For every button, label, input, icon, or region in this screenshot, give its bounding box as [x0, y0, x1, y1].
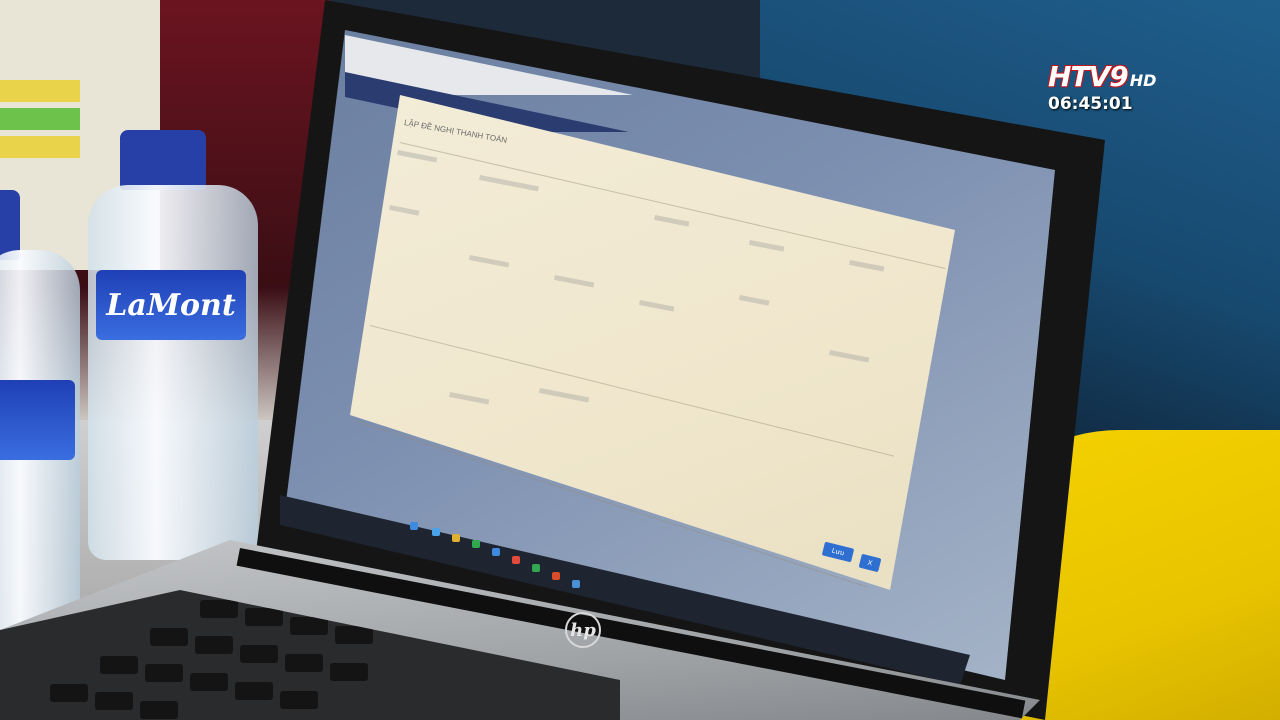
poster-band-green — [0, 108, 80, 130]
taskbar-app-icon[interactable] — [572, 580, 580, 588]
broadcast-clock: 06:45:01 — [1048, 94, 1133, 114]
keyboard-key — [200, 600, 238, 618]
channel-logo: HTV9 HD — [1048, 60, 1156, 93]
water-bottle-back: LaMont — [88, 130, 258, 560]
keyboard-key — [50, 684, 88, 702]
bottle-brand-text: LaMont — [106, 287, 236, 323]
keyboard-key — [150, 628, 188, 646]
taskbar-app-icon[interactable] — [432, 528, 440, 536]
taskbar-app-icon[interactable] — [552, 572, 560, 580]
bottle-label — [0, 380, 75, 460]
taskbar-app-icon[interactable] — [472, 540, 480, 548]
keyboard-key — [285, 654, 323, 672]
taskbar-app-icon[interactable] — [512, 556, 520, 564]
keyboard-key — [195, 636, 233, 654]
keyboard-key — [100, 656, 138, 674]
bottle-body — [88, 185, 258, 560]
keyboard-key — [245, 608, 283, 626]
bottle-cap — [120, 130, 206, 190]
poster-band-yellow — [0, 80, 80, 102]
keyboard-key — [145, 664, 183, 682]
taskbar-app-icon[interactable] — [532, 564, 540, 572]
bottle-label: LaMont — [96, 270, 246, 340]
keyboard-key — [330, 663, 368, 681]
keyboard-key — [95, 692, 133, 710]
channel-quality: HD — [1129, 71, 1157, 90]
poster-band-yellow-2 — [0, 136, 80, 158]
channel-name: HTV9 — [1048, 60, 1129, 93]
start-icon[interactable] — [410, 522, 418, 530]
keyboard-key — [235, 682, 273, 700]
keyboard-key — [290, 617, 328, 635]
keyboard-key — [280, 691, 318, 709]
keyboard-key — [335, 626, 373, 644]
keyboard-key — [190, 673, 228, 691]
taskbar-app-icon[interactable] — [452, 534, 460, 542]
keyboard-key — [240, 645, 278, 663]
tv-broadcast-frame: LaMont LẬP ĐỀ NGHỊ THANH TOÁN Lưu X hp H… — [0, 0, 1280, 720]
hp-logo: hp — [565, 612, 601, 648]
water-bottle-front — [0, 190, 90, 630]
keyboard-key — [140, 701, 178, 719]
taskbar-app-icon[interactable] — [492, 548, 500, 556]
